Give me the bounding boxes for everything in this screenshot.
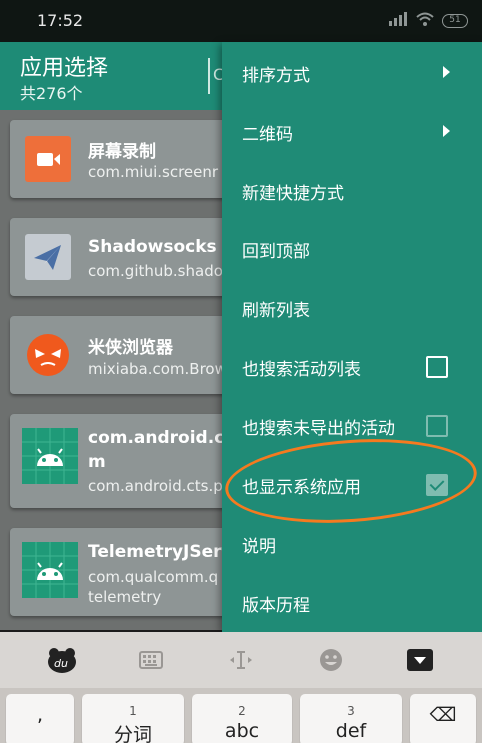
- menu-item-help[interactable]: 说明: [222, 515, 482, 573]
- key-1[interactable]: 1 分词: [82, 694, 184, 743]
- key-comma[interactable]: ,: [6, 694, 74, 743]
- menu-item-back-to-top[interactable]: 回到顶部: [222, 220, 482, 278]
- submenu-arrow-icon: [443, 125, 450, 137]
- android-icon: [22, 542, 78, 598]
- overflow-menu: 排序方式 二维码 新建快捷方式 回到顶部 刷新列表 也搜索活动列表 也搜索未导出…: [222, 42, 482, 632]
- signal-icon: [388, 12, 408, 29]
- keyboard-icon[interactable]: [138, 646, 164, 674]
- key-3[interactable]: 3 def: [300, 694, 402, 743]
- android-icon: [22, 428, 78, 484]
- status-time: 17:52: [37, 11, 84, 30]
- menu-item-refresh[interactable]: 刷新列表: [222, 279, 482, 337]
- menu-item-qrcode[interactable]: 二维码: [222, 103, 482, 161]
- angry-face-icon: [25, 332, 71, 378]
- menu-item-new-shortcut[interactable]: 新建快捷方式: [222, 162, 482, 220]
- list-item[interactable]: 米侠浏览器 mixiaba.com.Brow: [10, 316, 240, 394]
- list-item[interactable]: TelemetryJServ com.qualcomm.q telemetry: [10, 528, 240, 616]
- list-item[interactable]: Shadowsocks com.github.shado: [10, 218, 240, 296]
- app-count: 共276个: [20, 84, 83, 103]
- du-logo-icon[interactable]: du: [46, 646, 78, 674]
- keyboard-toolbar: du: [0, 632, 482, 688]
- paper-plane-icon: [25, 234, 71, 280]
- menu-item-sort[interactable]: 排序方式: [222, 44, 482, 102]
- status-bar: 17:52 51: [0, 0, 482, 42]
- search-unexported-checkbox[interactable]: [426, 415, 448, 437]
- list-item[interactable]: com.android.ct m com.android.cts.p: [10, 414, 240, 508]
- screen-recorder-icon: [25, 136, 71, 182]
- submenu-arrow-icon: [443, 66, 450, 78]
- menu-item-search-activities[interactable]: 也搜索活动列表: [222, 338, 482, 396]
- search-activities-checkbox[interactable]: [426, 356, 448, 378]
- keyboard-keys: , 1 分词 2 abc 3 def ⌫: [0, 688, 482, 743]
- backspace-icon: ⌫: [429, 704, 457, 726]
- battery-icon: 51: [442, 13, 468, 28]
- page-title: 应用选择: [20, 56, 109, 81]
- svg-text:du: du: [54, 657, 68, 670]
- status-icons: 51: [388, 12, 468, 29]
- emoji-icon[interactable]: [318, 646, 344, 674]
- key-2[interactable]: 2 abc: [192, 694, 292, 743]
- hide-keyboard-icon[interactable]: [406, 646, 434, 674]
- menu-item-version-history[interactable]: 版本历程: [222, 574, 482, 632]
- backspace-key[interactable]: ⌫: [410, 694, 476, 743]
- cursor-icon[interactable]: [228, 646, 254, 674]
- list-item[interactable]: 屏幕录制 com.miui.screenr: [10, 120, 240, 198]
- wifi-icon: [416, 12, 434, 29]
